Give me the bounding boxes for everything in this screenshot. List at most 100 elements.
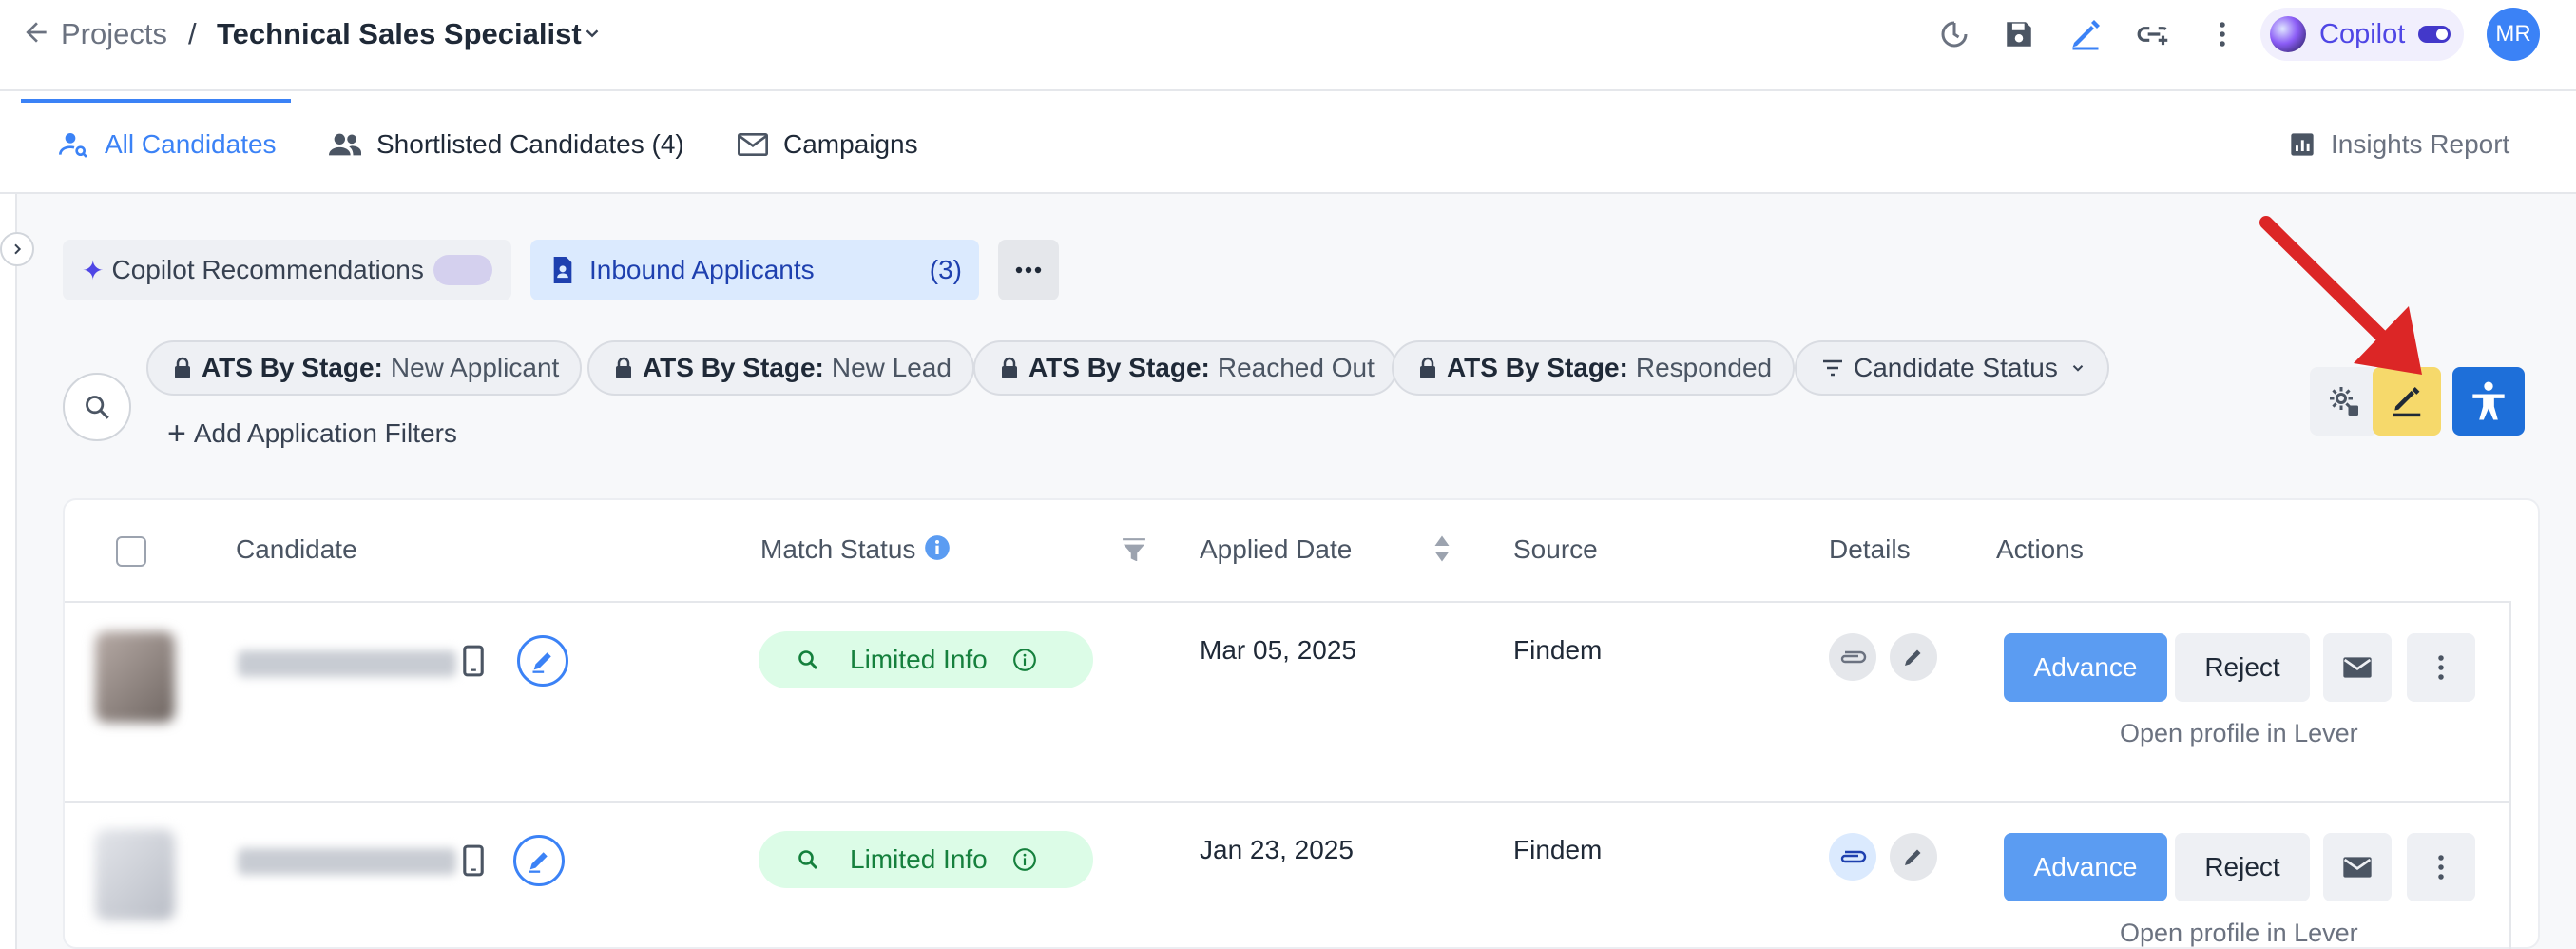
info-icon bbox=[1012, 649, 1036, 671]
tab-shortlisted[interactable]: Shortlisted Candidates (4) bbox=[329, 122, 684, 167]
copilot-recommendations-label: Copilot Recommendations bbox=[111, 255, 424, 284]
chevron-down-icon[interactable] bbox=[582, 23, 603, 44]
search-button[interactable] bbox=[63, 373, 131, 441]
history-icon[interactable] bbox=[1935, 15, 1973, 53]
accessibility-button[interactable] bbox=[2452, 367, 2525, 436]
more-vertical-icon bbox=[2438, 855, 2444, 880]
filter-icon bbox=[1823, 359, 1842, 377]
mail-icon bbox=[738, 133, 768, 156]
column-header-details: Details bbox=[1829, 534, 1911, 564]
insights-report-button[interactable]: Insights Report bbox=[2289, 122, 2509, 167]
edit-candidate-button[interactable] bbox=[517, 635, 568, 687]
applied-date: Jan 23, 2025 bbox=[1200, 835, 1354, 864]
more-views-button[interactable] bbox=[998, 240, 1059, 300]
open-in-lever-link[interactable]: Open profile in Lever bbox=[2120, 719, 2358, 748]
phone-icon[interactable] bbox=[462, 844, 485, 877]
reject-button[interactable]: Reject bbox=[2175, 633, 2310, 702]
phone-icon[interactable] bbox=[462, 645, 485, 677]
copilot-recommendations-chip[interactable]: ✦ Copilot Recommendations bbox=[63, 240, 511, 300]
filter-chip-responded[interactable]: ATS By Stage: Responded bbox=[1392, 340, 1796, 396]
filter-key: ATS By Stage: bbox=[1028, 353, 1210, 382]
match-status-pill[interactable]: Limited Info bbox=[759, 831, 1093, 888]
select-all-checkbox[interactable] bbox=[116, 536, 146, 567]
filter-chip-candidate-status[interactable]: Candidate Status bbox=[1795, 340, 2109, 396]
gear-icon bbox=[2330, 387, 2358, 416]
table-header-divider bbox=[65, 601, 2511, 603]
filter-value: New Lead bbox=[831, 353, 952, 382]
lock-icon bbox=[616, 357, 631, 378]
breadcrumb-projects[interactable]: Projects bbox=[61, 13, 167, 55]
email-candidate-button[interactable] bbox=[2323, 633, 2392, 702]
lock-icon bbox=[175, 357, 190, 378]
sparkle-icon: ✦ bbox=[82, 255, 105, 285]
sort-icon[interactable] bbox=[1433, 534, 1451, 563]
copilot-orb-icon bbox=[2270, 16, 2306, 52]
column-header-candidate[interactable]: Candidate bbox=[236, 533, 357, 567]
copilot-label: Copilot bbox=[2319, 18, 2406, 49]
advance-button[interactable]: Advance bbox=[2004, 833, 2167, 901]
open-in-lever-link[interactable]: Open profile in Lever bbox=[2120, 919, 2358, 948]
contact-card-icon bbox=[553, 257, 572, 283]
table-scrollbar-track[interactable] bbox=[2509, 601, 2511, 949]
inbound-applicants-chip[interactable]: Inbound Applicants (3) bbox=[530, 240, 979, 300]
notes-edit-button[interactable] bbox=[1890, 833, 1937, 881]
user-avatar[interactable]: MR bbox=[2487, 8, 2540, 61]
expand-sidebar-button[interactable] bbox=[0, 232, 34, 266]
red-arrow-annotation bbox=[2249, 207, 2439, 382]
project-title[interactable]: Technical Sales Specialist bbox=[217, 13, 582, 55]
insights-label: Insights Report bbox=[2331, 129, 2510, 159]
back-arrow-icon[interactable] bbox=[21, 17, 51, 48]
copilot-toggle-button[interactable]: Copilot bbox=[2260, 8, 2464, 61]
row-more-button[interactable] bbox=[2407, 833, 2475, 901]
filter-chip-reached-out[interactable]: ATS By Stage: Reached Out bbox=[973, 340, 1397, 396]
filter-value: New Applicant bbox=[390, 353, 560, 382]
search-icon bbox=[798, 650, 818, 670]
mail-icon bbox=[2343, 657, 2372, 678]
add-application-filters-button[interactable]: + Add Application Filters bbox=[167, 415, 457, 453]
column-header-actions: Actions bbox=[1996, 534, 2084, 564]
inbound-applicants-label: Inbound Applicants bbox=[589, 255, 815, 284]
tab-all-candidates[interactable]: All Candidates bbox=[59, 122, 277, 167]
match-status-pill[interactable]: Limited Info bbox=[759, 631, 1093, 688]
lock-icon bbox=[1002, 357, 1017, 378]
copilot-recommendations-toggle[interactable] bbox=[433, 255, 492, 285]
pen-icon[interactable] bbox=[2067, 15, 2105, 53]
plus-icon: + bbox=[167, 415, 186, 452]
save-icon[interactable] bbox=[2000, 15, 2038, 53]
candidate-avatar[interactable] bbox=[95, 631, 175, 723]
column-header-applied-date[interactable]: Applied Date bbox=[1200, 533, 1352, 567]
inbound-applicants-count: (3) bbox=[929, 255, 962, 284]
edit-candidate-button[interactable] bbox=[513, 835, 565, 886]
chevron-right-icon bbox=[14, 243, 22, 255]
filter-chip-new-lead[interactable]: ATS By Stage: New Lead bbox=[587, 340, 974, 396]
more-vertical-icon[interactable] bbox=[2203, 15, 2241, 53]
pencil-icon bbox=[1905, 649, 1921, 666]
advance-button[interactable]: Advance bbox=[2004, 633, 2167, 702]
info-icon[interactable] bbox=[924, 534, 951, 561]
candidate-avatar[interactable] bbox=[95, 829, 175, 920]
filter-key: ATS By Stage: bbox=[1447, 353, 1628, 382]
email-candidate-button[interactable] bbox=[2323, 833, 2392, 901]
link-add-icon[interactable] bbox=[2135, 15, 2173, 53]
pen-icon bbox=[529, 852, 548, 873]
search-icon bbox=[86, 396, 109, 419]
pen-icon bbox=[532, 652, 551, 673]
left-rail bbox=[0, 194, 17, 949]
candidate-name-redacted[interactable] bbox=[238, 848, 456, 875]
match-status-label: Limited Info bbox=[850, 645, 988, 674]
attachment-button[interactable] bbox=[1829, 633, 1876, 681]
attachment-button[interactable] bbox=[1829, 833, 1876, 881]
candidate-name-redacted[interactable] bbox=[238, 650, 456, 677]
column-header-match-status[interactable]: Match Status bbox=[760, 533, 915, 567]
filter-funnel-icon[interactable] bbox=[1122, 538, 1146, 561]
applied-date: Mar 05, 2025 bbox=[1200, 635, 1356, 665]
paperclip-icon bbox=[1840, 850, 1867, 863]
more-vertical-icon bbox=[2438, 655, 2444, 680]
copilot-switch[interactable] bbox=[2418, 26, 2451, 43]
tab-campaigns[interactable]: Campaigns bbox=[738, 122, 918, 167]
filter-chip-new-applicant[interactable]: ATS By Stage: New Applicant bbox=[146, 340, 583, 396]
breadcrumb-separator: / bbox=[188, 17, 197, 50]
notes-edit-button[interactable] bbox=[1890, 633, 1937, 681]
row-more-button[interactable] bbox=[2407, 633, 2475, 702]
reject-button[interactable]: Reject bbox=[2175, 833, 2310, 901]
